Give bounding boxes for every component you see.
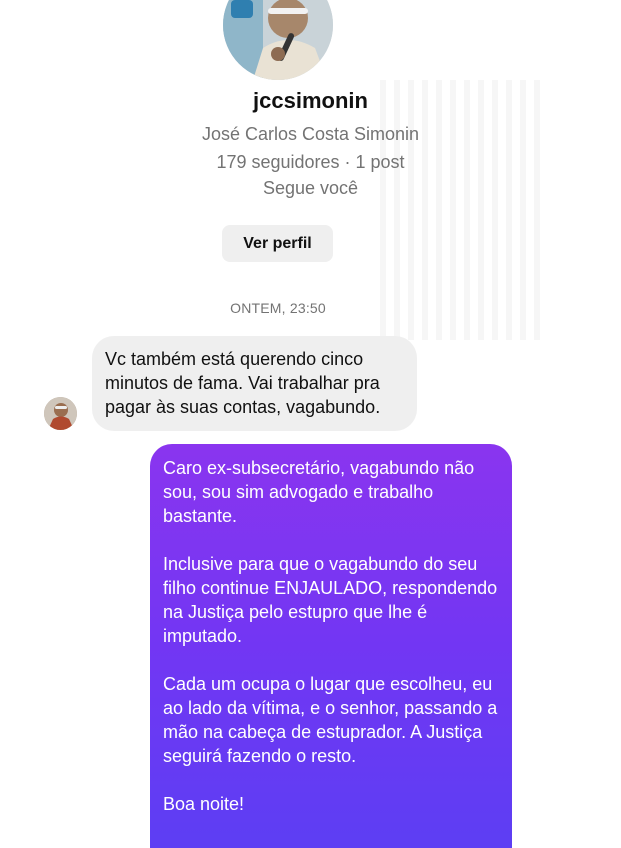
- message-timestamp: ONTEM, 23:50: [230, 300, 326, 316]
- sent-message-paragraph: Caro ex-subsecretário, vagabundo não sou…: [163, 458, 475, 526]
- follows-you-label: Segue você: [262, 178, 359, 198]
- sent-message-paragraph: Inclusive para que o vagabundo do seu fi…: [163, 554, 498, 646]
- sent-message-bubble[interactable]: Caro ex-subsecretário, vagabundo não sou…: [150, 444, 512, 848]
- profile-avatar[interactable]: [223, 0, 333, 80]
- received-message-bubble[interactable]: Vc também está querendo cinco minutos de…: [92, 336, 417, 431]
- dm-thread-screen: jccsimonin José Carlos Costa Simonin 179…: [0, 0, 621, 848]
- profile-stats: 179 seguidores · 1 post: [216, 152, 405, 172]
- sender-photo-icon: [44, 397, 77, 430]
- sent-message-paragraph: Boa noite!: [163, 794, 245, 814]
- view-profile-button[interactable]: Ver perfil: [222, 225, 333, 262]
- profile-full-name: José Carlos Costa Simonin: [201, 124, 420, 144]
- profile-photo-icon: [223, 0, 333, 80]
- received-message-text: Vc também está querendo cinco minutos de…: [105, 349, 381, 417]
- profile-username: jccsimonin: [253, 88, 368, 113]
- sent-message-paragraph: Cada um ocupa o lugar que escolheu, eu a…: [163, 674, 498, 766]
- sender-avatar[interactable]: [44, 397, 77, 430]
